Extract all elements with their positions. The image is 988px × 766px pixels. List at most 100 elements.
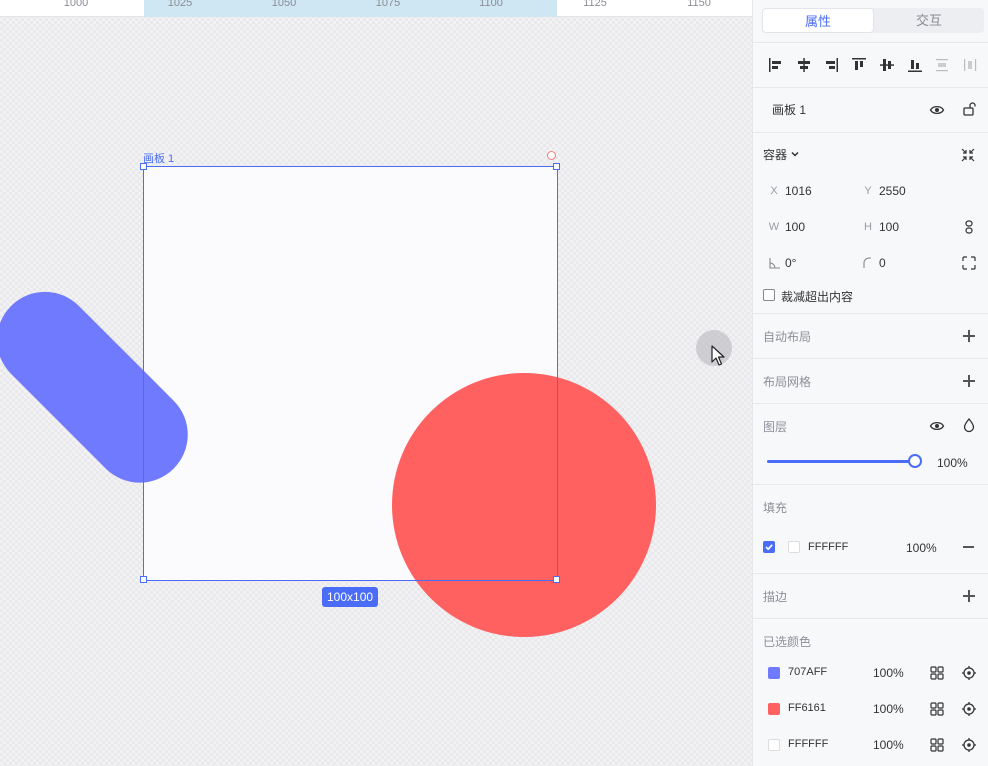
width-field[interactable]: W 100: [765, 215, 805, 239]
design-canvas[interactable]: 1000 1025 1050 1075 1100 1125 1150 画板 1 …: [0, 0, 752, 766]
selected-color-hex[interactable]: FF6161: [788, 702, 826, 714]
layer-name[interactable]: 画板 1: [772, 101, 806, 118]
container-header: 容器: [763, 142, 981, 166]
resize-handle-top-right[interactable]: [553, 163, 560, 170]
collapse-icon[interactable]: [960, 147, 976, 163]
checkmark-icon: [765, 544, 773, 551]
selected-color-swatch[interactable]: [768, 739, 780, 751]
independent-corners-icon[interactable]: [961, 255, 977, 271]
fill-color-swatch[interactable]: [788, 541, 800, 553]
opacity-slider-knob[interactable]: [908, 454, 922, 468]
y-field[interactable]: Y 2550: [859, 179, 906, 203]
locate-target-icon[interactable]: [961, 701, 977, 717]
h-value[interactable]: 100: [879, 220, 899, 234]
auto-layout-label: 自动布局: [763, 330, 812, 344]
select-layers-icon[interactable]: [929, 737, 945, 753]
selected-color-swatch[interactable]: [768, 703, 780, 715]
radius-value[interactable]: 0: [879, 256, 886, 270]
rotation-angle-icon: [769, 258, 780, 269]
w-value[interactable]: 100: [785, 220, 805, 234]
add-stroke-icon[interactable]: [963, 590, 975, 602]
artboard-label[interactable]: 画板 1: [143, 150, 174, 166]
ruler-tick: 1100: [479, 0, 503, 9]
opacity-value[interactable]: 100%: [937, 456, 968, 470]
radius-field[interactable]: 0: [859, 251, 886, 275]
panel-tabs: 属性 交互: [762, 8, 984, 33]
eye-icon[interactable]: [929, 102, 945, 118]
selected-color-swatch[interactable]: [768, 667, 780, 679]
properties-panel: 属性 交互 画板 1 容器 X 1016 Y 2550 W 100 H 100 …: [752, 0, 988, 766]
align-top-icon[interactable]: [850, 56, 868, 74]
rotation-value[interactable]: 0°: [785, 256, 796, 270]
align-bottom-icon[interactable]: [906, 56, 924, 74]
fill-hex[interactable]: FFFFFF: [808, 541, 848, 553]
resize-handle-bottom-left[interactable]: [140, 576, 147, 583]
selection-box[interactable]: [143, 166, 558, 581]
x-label: X: [770, 185, 778, 197]
add-auto-layout-icon[interactable]: [963, 330, 975, 342]
divider: [753, 618, 988, 619]
selected-colors-label: 已选颜色: [763, 635, 812, 649]
align-left-icon[interactable]: [767, 56, 785, 74]
ruler-tick: 1150: [687, 0, 711, 9]
divider: [753, 358, 988, 359]
fill-label: 填充: [763, 501, 788, 515]
fill-opacity[interactable]: 100%: [906, 541, 937, 555]
distribute-vertical-icon[interactable]: [933, 56, 951, 74]
select-layers-icon[interactable]: [929, 701, 945, 717]
select-layers-icon[interactable]: [929, 665, 945, 681]
alignment-toolbar: [767, 56, 979, 74]
divider: [753, 87, 988, 88]
ruler-tick: 1125: [583, 0, 607, 9]
fill-enabled-checkbox[interactable]: [763, 541, 775, 553]
h-label: H: [864, 221, 872, 233]
clip-content-checkbox[interactable]: [763, 289, 775, 301]
tab-interaction[interactable]: 交互: [874, 8, 984, 33]
ruler-tick: 1025: [167, 0, 193, 9]
blend-mode-drop-icon[interactable]: [961, 417, 977, 433]
align-vertical-center-icon[interactable]: [878, 56, 896, 74]
resize-handle-top-left[interactable]: [140, 163, 147, 170]
ruler-tick: 1050: [271, 0, 297, 9]
selected-color-opacity[interactable]: 100%: [873, 702, 904, 716]
ruler-tick: 1000: [63, 0, 89, 9]
align-horizontal-center-icon[interactable]: [795, 56, 813, 74]
selected-color-opacity[interactable]: 100%: [873, 666, 904, 680]
layer-visibility-eye-icon[interactable]: [929, 418, 945, 434]
locate-target-icon[interactable]: [961, 737, 977, 753]
remove-fill-icon[interactable]: [963, 546, 974, 548]
layer-name-row: 画板 1: [763, 97, 981, 121]
resize-handle-bottom-right[interactable]: [553, 576, 560, 583]
ruler-tick: 1075: [375, 0, 401, 9]
divider: [753, 484, 988, 485]
distribute-horizontal-icon[interactable]: [961, 56, 979, 74]
rotation-field[interactable]: 0°: [765, 251, 796, 275]
layout-grid-label: 布局网格: [763, 375, 812, 389]
selected-color-opacity[interactable]: 100%: [873, 738, 904, 752]
divider: [753, 42, 988, 43]
horizontal-ruler: 1000 1025 1050 1075 1100 1125 1150: [0, 0, 752, 17]
selected-color-hex[interactable]: 707AFF: [788, 666, 827, 678]
layer-section-label: 图层: [763, 420, 788, 434]
x-field[interactable]: X 1016: [765, 179, 812, 203]
align-right-icon[interactable]: [822, 56, 840, 74]
opacity-slider-track[interactable]: [767, 460, 915, 463]
locate-target-icon[interactable]: [961, 665, 977, 681]
chevron-down-icon[interactable]: [790, 149, 800, 159]
x-value[interactable]: 1016: [785, 184, 812, 198]
constrain-proportions-icon[interactable]: [961, 219, 977, 235]
tab-properties[interactable]: 属性: [762, 8, 874, 33]
container-label[interactable]: 容器: [763, 146, 787, 163]
unlock-icon[interactable]: [961, 101, 977, 117]
clip-content-label: 裁减超出内容: [781, 290, 854, 304]
rotation-handle[interactable]: [547, 151, 556, 160]
selected-color-hex[interactable]: FFFFFF: [788, 738, 828, 750]
height-field[interactable]: H 100: [859, 215, 899, 239]
mouse-pointer-icon: [711, 345, 725, 366]
add-layout-grid-icon[interactable]: [963, 375, 975, 387]
stroke-label: 描边: [763, 590, 788, 604]
y-value[interactable]: 2550: [879, 184, 906, 198]
divider: [753, 313, 988, 314]
size-badge: 100x100: [322, 587, 379, 607]
divider: [753, 132, 988, 133]
